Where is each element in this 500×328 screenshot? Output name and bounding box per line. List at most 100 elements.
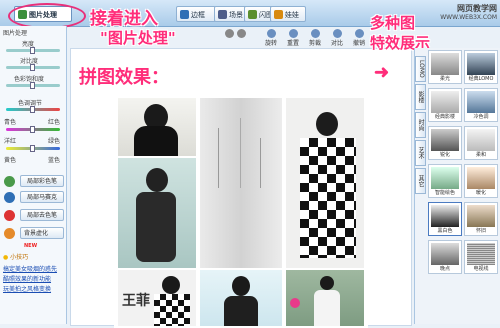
yellow-label: 黄色 bbox=[4, 157, 17, 164]
effect-thumb-12[interactable]: 电视线 bbox=[464, 240, 498, 274]
effect-thumb-8[interactable]: 暖化 bbox=[464, 164, 498, 198]
annotation-collage: 拼图效果： bbox=[79, 67, 169, 88]
crop-label: 剪裁 bbox=[308, 40, 321, 47]
effect-thumb-3[interactable]: 经典影楼 bbox=[428, 88, 462, 122]
effect-thumb-11[interactable]: 晚点 bbox=[428, 240, 462, 274]
undo-button[interactable]: 撤销 bbox=[348, 28, 370, 48]
effect-label: 冷色调 bbox=[473, 114, 489, 120]
zoom-in-button[interactable] bbox=[230, 28, 252, 48]
saturation-label: 色彩饱和度 bbox=[14, 76, 45, 83]
undo-icon bbox=[354, 29, 364, 38]
scene-icon bbox=[218, 10, 227, 19]
effect-thumb-5[interactable]: 锐化 bbox=[428, 126, 462, 160]
collage-photo-4 bbox=[118, 158, 196, 268]
rotate-label: 旋转 bbox=[264, 40, 277, 47]
annotation-enter: 接着进入 bbox=[90, 9, 158, 29]
effect-label: 晚点 bbox=[439, 266, 450, 272]
local-color-pen-button[interactable]: 局部彩色笔 bbox=[20, 175, 64, 187]
collage-photo-3 bbox=[286, 98, 364, 268]
effect-label: 暖化 bbox=[475, 190, 486, 196]
tab-label: 娃娃 bbox=[285, 11, 299, 19]
color-pen-icon bbox=[4, 176, 15, 187]
background-blur-button[interactable]: 背景虚化 NEW bbox=[20, 227, 64, 249]
effect-thumb-2[interactable]: 经典LOMO bbox=[464, 50, 498, 84]
blue-label: 蓝色 bbox=[48, 157, 61, 164]
contrast-slider[interactable] bbox=[6, 64, 60, 71]
new-badge: NEW bbox=[24, 243, 38, 249]
annotation-effects-1: 多种图 bbox=[370, 14, 416, 32]
collage-image: 王菲 bbox=[114, 94, 368, 328]
vtab-other[interactable]: 其它 bbox=[415, 168, 426, 194]
effect-thumb-6[interactable]: 柔和 bbox=[464, 126, 498, 160]
frame-icon bbox=[180, 10, 189, 19]
vtab-art[interactable]: 艺术 bbox=[415, 140, 426, 166]
effect-label: 柔和 bbox=[475, 152, 486, 158]
red-label: 红色 bbox=[48, 119, 61, 126]
blur-icon bbox=[4, 228, 15, 239]
annotation-quote: "图片处理" bbox=[100, 29, 176, 47]
vtab-studio[interactable]: 影楼 bbox=[415, 84, 426, 110]
reset-icon bbox=[288, 29, 298, 38]
collage-photo-2 bbox=[200, 98, 282, 268]
local-mosaic-button[interactable]: 局部马赛克 bbox=[20, 191, 64, 203]
effect-label: 经典影楼 bbox=[434, 114, 455, 120]
green-label: 绿色 bbox=[48, 138, 61, 145]
magenta-green-slider[interactable] bbox=[6, 126, 60, 133]
effect-label: 柔光 bbox=[439, 76, 450, 82]
edit-toolbar: 旋转 重置 剪裁 对比 撤销 bbox=[218, 28, 378, 48]
arrow-right-icon: ➜ bbox=[374, 62, 390, 83]
tip-link-3[interactable]: 玩美拍之风格变换 bbox=[3, 284, 51, 293]
reset-label: 重置 bbox=[286, 40, 299, 47]
local-decolor-pen-button[interactable]: 局部去色笔 bbox=[20, 209, 64, 221]
compare-icon bbox=[332, 29, 342, 38]
effect-thumb-1[interactable]: 柔光 bbox=[428, 50, 462, 84]
collage-photo-5: 王菲 bbox=[118, 270, 196, 326]
effect-thumb-4[interactable]: 冷色调 bbox=[464, 88, 498, 122]
tip-link-1[interactable]: 搞定美女吸烟的惑先 bbox=[3, 264, 57, 273]
image-canvas[interactable]: 拼图效果： 王菲 bbox=[70, 48, 412, 328]
brightness-slider[interactable] bbox=[6, 47, 60, 54]
crop-button[interactable]: 剪裁 bbox=[304, 28, 326, 48]
flash-image-icon bbox=[248, 10, 257, 19]
vtab-fashion[interactable]: 时尚 bbox=[415, 112, 426, 138]
effect-label: 锐化 bbox=[439, 152, 450, 158]
effect-thumb-10[interactable]: 怀旧 bbox=[464, 202, 498, 236]
magenta-label: 洋红 bbox=[4, 138, 17, 145]
tab-frame[interactable]: 边框 bbox=[176, 6, 216, 22]
tips-title: ● 小技巧 bbox=[3, 252, 28, 261]
tab-doll[interactable]: 娃娃 bbox=[270, 6, 306, 22]
rotate-button[interactable]: 旋转 bbox=[260, 28, 282, 48]
effect-label: 怀旧 bbox=[475, 228, 486, 234]
effect-label: 黑白色 bbox=[437, 228, 453, 234]
contrast-label: 对比度 bbox=[20, 58, 39, 65]
background-blur-label: 背景虚化 bbox=[24, 230, 49, 237]
zoom-in-icon bbox=[236, 29, 246, 38]
left-panel: 图片处理 亮度 对比度 色彩饱和度 色调调节 青色 红色 洋红 绿色 黄色 蓝色… bbox=[0, 26, 67, 324]
tips-title-text: 小技巧 bbox=[10, 254, 29, 261]
saturation-slider[interactable] bbox=[6, 82, 60, 89]
undo-label: 撤销 bbox=[352, 40, 365, 47]
vtab-lomo[interactable]: LOMO bbox=[415, 56, 426, 82]
cyan-label: 青色 bbox=[4, 119, 17, 126]
mosaic-icon bbox=[4, 192, 15, 203]
rotate-icon bbox=[266, 29, 276, 38]
doll-icon bbox=[274, 10, 283, 19]
tab-label: 场景 bbox=[229, 11, 243, 19]
compare-button[interactable]: 对比 bbox=[326, 28, 348, 48]
yellow-blue-slider[interactable] bbox=[6, 145, 60, 152]
cyan-red-slider[interactable] bbox=[6, 106, 60, 113]
crop-icon bbox=[310, 29, 320, 38]
collage-photo-1 bbox=[118, 98, 196, 156]
effect-label: 电视线 bbox=[473, 266, 489, 272]
reset-button[interactable]: 重置 bbox=[282, 28, 304, 48]
panel-header: 图片处理 bbox=[3, 30, 28, 37]
decolor-pen-icon bbox=[4, 210, 15, 221]
effect-thumb-9[interactable]: 黑白色 bbox=[428, 202, 462, 236]
lightbulb-icon: ● bbox=[3, 254, 9, 261]
effect-label: 经典LOMO bbox=[468, 76, 494, 82]
effect-label: 智能绘色 bbox=[434, 190, 455, 196]
effects-panel: LOMO 影楼 时尚 艺术 其它 柔光 经典LOMO 经典影楼 冷色调 锐化 柔… bbox=[414, 48, 500, 324]
tip-link-2[interactable]: 酷照效果的新功能 bbox=[3, 274, 51, 283]
effect-thumb-7[interactable]: 智能绘色 bbox=[428, 164, 462, 198]
collage-photo-6 bbox=[200, 270, 282, 326]
